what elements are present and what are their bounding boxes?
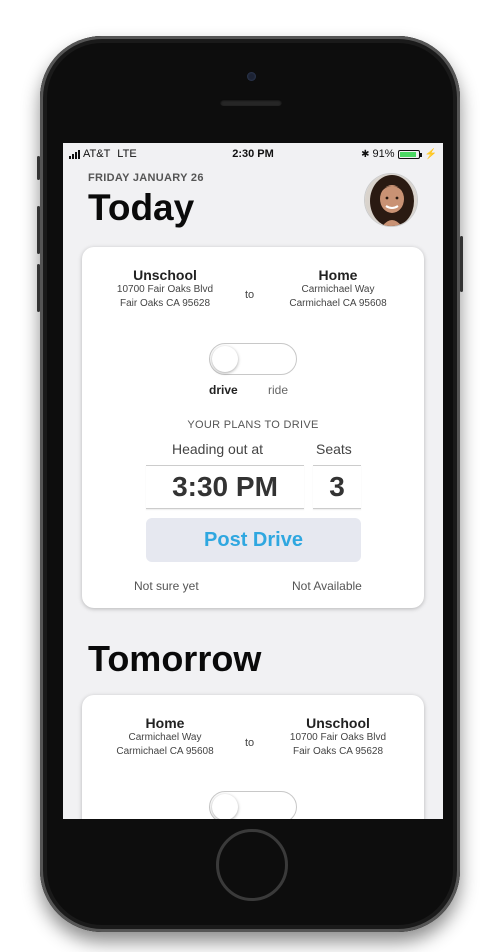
to-name: Home [318,267,358,283]
home-button[interactable] [216,829,288,901]
not-sure-yet-link[interactable]: Not sure yet [134,579,199,593]
page-title-today: Today [88,187,195,228]
from-address-line2: Fair Oaks CA 95628 [119,298,211,309]
seats-label: Seats [316,441,352,457]
tomorrow-to-address-line2: Fair Oaks CA 95628 [292,746,384,757]
tomorrow-from-address-line2: Carmichael CA 95608 [116,746,214,757]
status-bar: AT&T LTE 2:30 PM ✱ 91% ⚡ [63,147,443,163]
battery-icon [397,149,422,159]
volume-up-button [37,206,40,254]
earpiece-speaker [220,99,282,106]
to-address-line2: Carmichael CA 95608 [289,298,387,309]
plans-heading: YOUR PLANS TO DRIVE [187,419,319,431]
tomorrow-from-address-line1: Carmichael Way [128,732,202,743]
ride-option-label[interactable]: ride [268,383,288,397]
app-screen: AT&T LTE 2:30 PM ✱ 91% ⚡ FRIDAY JANUARY … [63,143,443,819]
heading-out-label: Heading out at [172,441,264,457]
to-separator: to [245,289,255,301]
mute-switch [37,156,40,180]
charging-icon: ⚡ [424,148,437,160]
tomorrow-to-name: Unschool [306,715,370,731]
from-location: Unschool 10700 Fair Oaks Blvd Fair Oaks … [90,267,240,311]
from-name: Unschool [133,267,197,283]
tomorrow-toggle-knob[interactable] [212,794,238,819]
profile-avatar[interactable] [364,173,418,227]
from-address-line1: 10700 Fair Oaks Blvd [116,284,214,295]
departure-time-field[interactable]: 3:30 PM [146,465,304,509]
seats-field[interactable]: 3 [313,465,361,509]
tomorrow-to-separator: to [245,737,255,749]
tomorrow-to-location: Unschool 10700 Fair Oaks Blvd Fair Oaks … [263,715,413,759]
power-button [460,236,463,292]
post-drive-button[interactable]: Post Drive [146,518,361,562]
battery-percent: 91% [372,148,395,160]
tomorrow-ride-card: Home Carmichael Way Carmichael CA 95608 … [82,695,424,819]
tomorrow-drive-ride-toggle[interactable] [209,791,297,819]
page-title-tomorrow: Tomorrow [88,638,262,679]
today-ride-card: Unschool 10700 Fair Oaks Blvd Fair Oaks … [82,247,424,608]
to-location: Home Carmichael Way Carmichael CA 95608 [263,267,413,311]
bluetooth-icon: ✱ [361,148,370,160]
tomorrow-from-name: Home [145,715,185,731]
volume-down-button [37,264,40,312]
front-camera [247,72,256,81]
tomorrow-to-address-line1: 10700 Fair Oaks Blvd [289,732,387,743]
date-label: FRIDAY JANUARY 26 [88,172,204,184]
drive-ride-toggle[interactable] [209,343,297,375]
not-available-link[interactable]: Not Available [292,579,362,593]
toggle-knob[interactable] [212,346,238,372]
drive-option-label[interactable]: drive [209,383,238,397]
to-address-line1: Carmichael Way [301,284,375,295]
tomorrow-from-location: Home Carmichael Way Carmichael CA 95608 [90,715,240,759]
